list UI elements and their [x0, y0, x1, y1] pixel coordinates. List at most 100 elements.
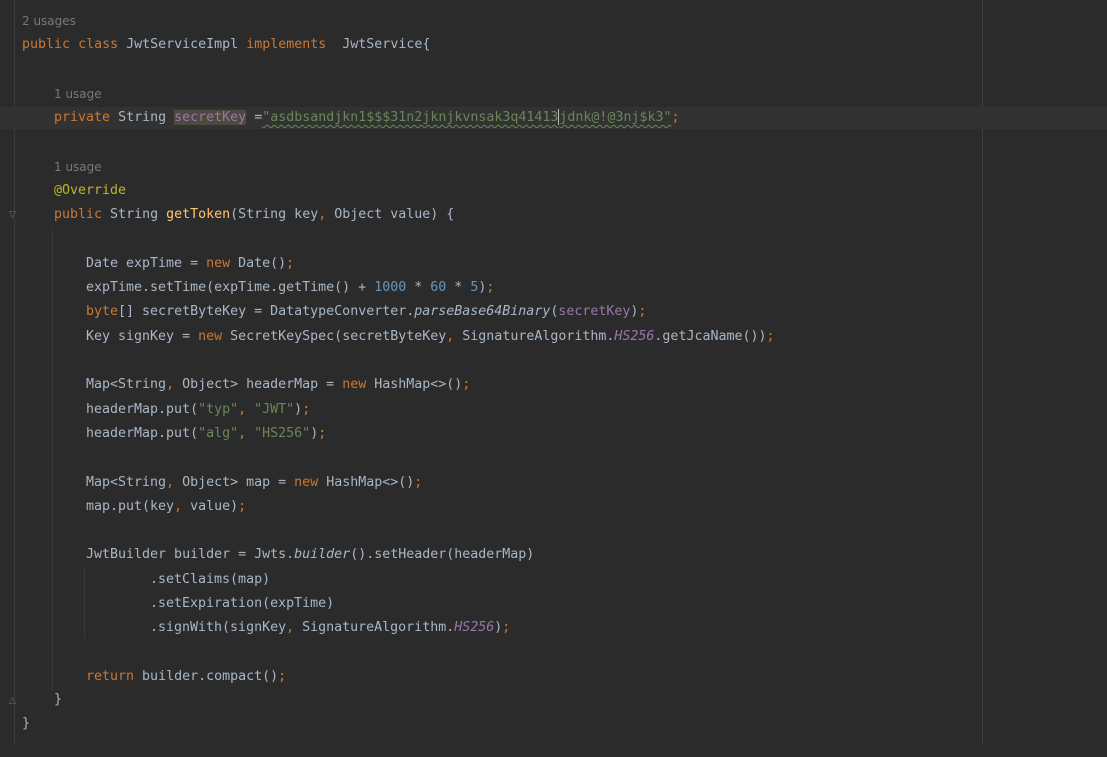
code-text: [] secretByteKey = DatatypeConverter. [118, 304, 415, 319]
string-literal: jdnk@!@3nj$k3" [559, 110, 672, 125]
semicolon: ; [671, 110, 680, 125]
keyword: class [78, 37, 119, 52]
keyword: new [342, 377, 367, 392]
code-line: 1 usage [0, 156, 1107, 178]
keyword: private [54, 110, 111, 125]
semicolon: ; [502, 620, 511, 635]
keyword: implements [246, 37, 327, 52]
semicolon: ; [286, 256, 295, 271]
code-text: Map<String [86, 475, 167, 490]
code-text: builder.compact() [134, 669, 279, 684]
code-text: Key signKey = [86, 329, 199, 344]
closing-brace: } [54, 692, 63, 707]
comma: , [166, 377, 175, 392]
code-line-current[interactable]: private String secretKey ="asdbsandjkn1$… [0, 107, 1107, 129]
semicolon: ; [318, 426, 327, 441]
code-line: .setClaims(map) [0, 569, 1107, 591]
code-text: expTime.setTime(expTime.getTime() + [86, 280, 375, 295]
code-line: byte[] secretByteKey = DatatypeConverter… [0, 301, 1107, 323]
semicolon: ; [414, 475, 423, 490]
comma: , [166, 475, 175, 490]
code-text: value) [182, 499, 239, 514]
code-text: Date() [230, 256, 287, 271]
comma: , [174, 499, 183, 514]
keyword: new [294, 475, 319, 490]
code-text: SignatureAlgorithm. [294, 620, 455, 635]
code-line: Map<String, Object> map = new HashMap<>(… [0, 472, 1107, 494]
comma: , [286, 620, 295, 635]
code-text: ().setHeader(headerMap) [350, 547, 535, 562]
number-literal: 1000 [374, 280, 407, 295]
code-line: 1 usage [0, 83, 1107, 105]
code-line: Map<String, Object> headerMap = new Hash… [0, 374, 1107, 396]
code-text: .setExpiration(expTime) [150, 596, 335, 611]
code-line: @Override [0, 180, 1107, 202]
code-line: headerMap.put("typ", "JWT"); [0, 399, 1107, 421]
semicolon: ; [638, 304, 647, 319]
code-text: JwtBuilder builder = Jwts. [86, 547, 295, 562]
code-text: Object> map = [174, 475, 295, 490]
params: Object value) { [326, 207, 455, 222]
code-line: .signWith(signKey, SignatureAlgorithm.HS… [0, 617, 1107, 639]
return-type: String [102, 207, 167, 222]
code-line: Key signKey = new SecretKeySpec(secretBy… [0, 326, 1107, 348]
keyword: new [206, 256, 231, 271]
semicolon: ; [766, 329, 775, 344]
string-literal: "HS256" [254, 426, 311, 441]
code-text: headerMap.put( [86, 426, 199, 441]
semicolon: ; [486, 280, 495, 295]
code-text: .signWith(signKey [150, 620, 287, 635]
code-line-class-declaration: public class JwtServiceImpl implements J… [0, 34, 1107, 56]
keyword: public [54, 207, 103, 222]
string-literal: "typ" [198, 402, 239, 417]
code-text: Date expTime = [86, 256, 207, 271]
static-field: HS256 [454, 620, 495, 635]
number-literal: 60 [430, 280, 447, 295]
string-literal: "asdbsandjkn1$$$31n2jknjkvnsak3q41413 [262, 110, 559, 125]
code-line: } [0, 713, 1107, 735]
code-text: SecretKeySpec(secretByteKey [222, 329, 447, 344]
code-text: map.put(key [86, 499, 175, 514]
code-text: .getJcaName()) [654, 329, 767, 344]
keyword: byte [86, 304, 119, 319]
code-text: Map<String [86, 377, 167, 392]
string-literal: "alg" [198, 426, 239, 441]
code-text: HashMap<>() [318, 475, 415, 490]
usage-hint[interactable]: 1 usage [54, 156, 102, 178]
code-text: SignatureAlgorithm. [454, 329, 615, 344]
semicolon: ; [462, 377, 471, 392]
operator: = [246, 110, 263, 125]
code-text: ) [294, 402, 303, 417]
closing-brace: } [22, 716, 31, 731]
usage-hint[interactable]: 2 usages [22, 10, 76, 32]
params: (String key [230, 207, 319, 222]
usage-hint[interactable]: 1 usage [54, 83, 102, 105]
interface-name: JwtService{ [342, 37, 431, 52]
code-text: Object> headerMap = [174, 377, 343, 392]
code-text: .setClaims(map) [150, 572, 271, 587]
code-editor[interactable]: { "editor": { "usage_hints": { "class": … [0, 0, 1107, 744]
semicolon: ; [278, 669, 287, 684]
static-method: builder [294, 547, 351, 562]
operator: * [446, 280, 471, 295]
semicolon: ; [238, 499, 247, 514]
keyword: return [86, 669, 135, 684]
code-line: JwtBuilder builder = Jwts.builder().setH… [0, 544, 1107, 566]
operator: * [406, 280, 431, 295]
code-text: headerMap.put( [86, 402, 199, 417]
code-line: return builder.compact(); [0, 666, 1107, 688]
code-line-method-signature: public String getToken(String key, Objec… [0, 204, 1107, 226]
annotation: @Override [54, 183, 127, 198]
comma: , [238, 426, 247, 441]
code-line: map.put(key, value); [0, 496, 1107, 518]
code-line: .setExpiration(expTime) [0, 593, 1107, 615]
class-name: JwtServiceImpl [126, 37, 239, 52]
method-name: getToken [166, 207, 231, 222]
code-line: Date expTime = new Date(); [0, 253, 1107, 275]
static-field: HS256 [614, 329, 655, 344]
code-line: headerMap.put("alg", "HS256"); [0, 423, 1107, 445]
code-text: ) [310, 426, 319, 441]
code-line: 2 usages [0, 10, 1107, 32]
